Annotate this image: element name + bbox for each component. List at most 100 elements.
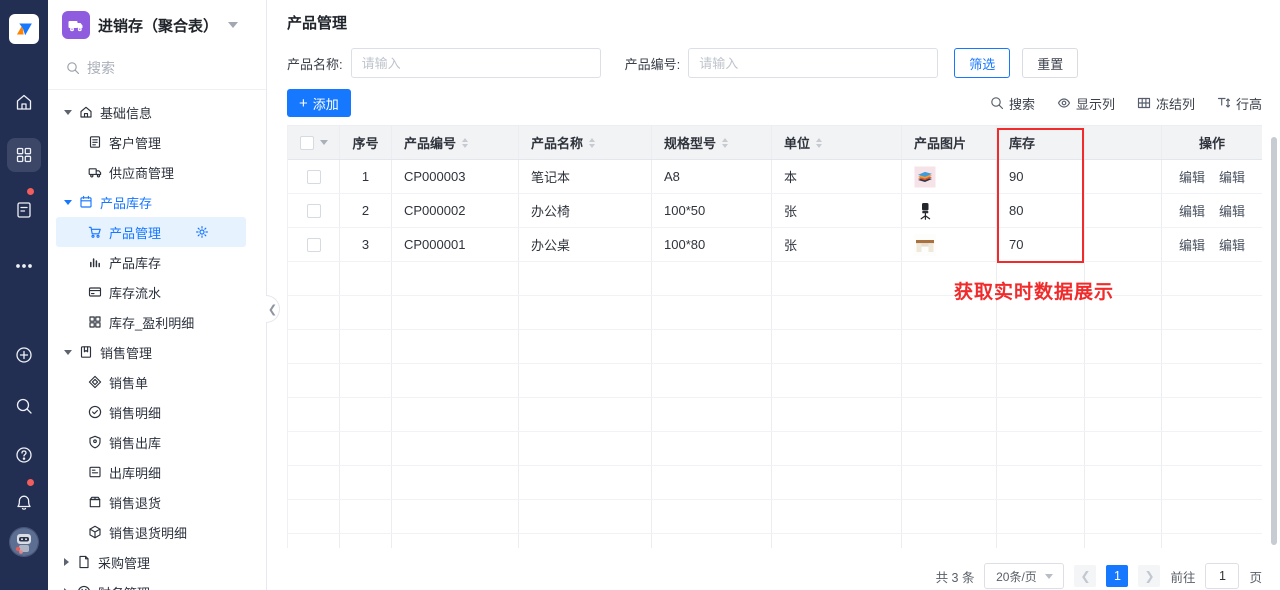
sidebar-item-2[interactable]: 供应商管理 (48, 157, 266, 187)
goto-page-input[interactable] (1205, 563, 1239, 589)
brand-logo[interactable] (0, 14, 48, 44)
page-size-value: 20条/页 (996, 568, 1037, 585)
rail-notifications-button[interactable] (0, 492, 48, 512)
sidebar-item-10[interactable]: 销售明细 (48, 397, 266, 427)
cell-unit: 张 (784, 235, 797, 254)
sort-icon[interactable] (722, 138, 728, 148)
page-size-select[interactable]: 20条/页 (984, 563, 1064, 589)
column-header-1[interactable]: 产品编号 (392, 126, 519, 159)
grid-icon (88, 315, 102, 329)
edit-link[interactable]: 编辑 (1219, 167, 1245, 186)
gear-icon[interactable] (195, 225, 209, 239)
product-image-notebook[interactable] (914, 166, 936, 188)
cell-spec: 100*50 (664, 203, 705, 218)
sort-icon[interactable] (816, 138, 822, 148)
column-header-2[interactable]: 产品名称 (519, 126, 652, 159)
rail-apps-button[interactable] (0, 138, 48, 172)
cell-stock: 80 (1009, 203, 1023, 218)
cell-name: 办公椅 (531, 201, 570, 220)
rail-add-button[interactable] (0, 345, 48, 365)
column-header-label: 规格型号 (664, 133, 716, 152)
search-icon (14, 396, 34, 416)
rail-docs-button[interactable] (0, 200, 48, 220)
shield-pin-icon (88, 435, 102, 449)
sidebar-item-group-0[interactable]: 基础信息 (48, 97, 266, 127)
rail-more-button[interactable] (0, 256, 48, 276)
rail-help-button[interactable] (0, 445, 48, 465)
cell-code: CP000002 (404, 203, 465, 218)
sidebar-search-input[interactable]: 搜索 (48, 49, 266, 90)
column-header-5: 产品图片 (902, 126, 997, 159)
row-checkbox[interactable] (307, 170, 321, 184)
sidebar-item-label: 出库明细 (109, 463, 161, 482)
sidebar-item-label: 产品管理 (109, 223, 161, 242)
row-height-label: 行高 (1236, 94, 1262, 113)
product-image-desk[interactable] (914, 234, 936, 256)
sidebar-item-group-16[interactable]: 财务管理 (48, 577, 266, 590)
edit-link[interactable]: 编辑 (1219, 235, 1245, 254)
sidebar-item-label: 销售单 (109, 373, 148, 392)
sidebar-item-13[interactable]: 销售退货 (48, 487, 266, 517)
sidebar-item-group-15[interactable]: 采购管理 (48, 547, 266, 577)
annotation-text: 获取实时数据展示 (954, 277, 1114, 304)
product-name-input[interactable] (351, 48, 601, 78)
chevron-down-icon (228, 22, 238, 28)
add-button[interactable]: + 添加 (287, 89, 351, 117)
next-page-button[interactable]: ❯ (1138, 565, 1160, 587)
rail-home-button[interactable] (0, 92, 48, 112)
app-switcher[interactable]: 进销存（聚合表） (48, 0, 266, 49)
row-height-button[interactable]: 行高 (1217, 94, 1262, 113)
sidebar-item-7[interactable]: 库存_盈利明细 (48, 307, 266, 337)
apps-grid-icon (14, 145, 34, 165)
row-checkbox[interactable] (307, 204, 321, 218)
product-image-chair[interactable] (914, 200, 936, 222)
column-header-3[interactable]: 规格型号 (652, 126, 772, 159)
sidebar-item-group-8[interactable]: 销售管理 (48, 337, 266, 367)
chevron-down-icon[interactable] (320, 140, 328, 145)
reset-button[interactable]: 重置 (1022, 48, 1078, 78)
edit-link[interactable]: 编辑 (1219, 201, 1245, 220)
sidebar-item-11[interactable]: 销售出库 (48, 427, 266, 457)
sidebar-item-1[interactable]: 客户管理 (48, 127, 266, 157)
sidebar: 进销存（聚合表） 搜索 基础信息客户管理供应商管理产品库存产品管理产品库存库存流… (48, 0, 267, 590)
column-header-4[interactable]: 单位 (772, 126, 902, 159)
current-page-button[interactable]: 1 (1106, 565, 1128, 587)
row-checkbox[interactable] (307, 238, 321, 252)
vertical-scrollbar[interactable] (1271, 137, 1277, 545)
cell-code: CP000001 (404, 237, 465, 252)
edit-link[interactable]: 编辑 (1179, 201, 1205, 220)
sidebar-item-label: 产品库存 (100, 193, 152, 212)
pagination-total: 共 3 条 (936, 567, 975, 586)
cell-index: 2 (362, 203, 369, 218)
edit-link[interactable]: 编辑 (1179, 235, 1205, 254)
sidebar-item-6[interactable]: 库存流水 (48, 277, 266, 307)
table-search-label: 搜索 (1009, 94, 1035, 113)
sidebar-item-14[interactable]: 销售退货明细 (48, 517, 266, 547)
product-table: 序号产品编号产品名称规格型号单位产品图片库存操作1CP000003笔记本A8本9… (287, 125, 1262, 548)
table-search-button[interactable]: 搜索 (990, 94, 1035, 113)
show-columns-button[interactable]: 显示列 (1057, 94, 1115, 113)
user-avatar[interactable] (0, 527, 48, 557)
cell-name: 办公桌 (531, 235, 570, 254)
sidebar-item-group-3[interactable]: 产品库存 (48, 187, 266, 217)
calendar-icon (79, 195, 93, 209)
edit-link[interactable]: 编辑 (1179, 167, 1205, 186)
sidebar-item-4[interactable]: 产品管理 (56, 217, 246, 247)
sidebar-item-12[interactable]: 出库明细 (48, 457, 266, 487)
cell-spec: A8 (664, 169, 680, 184)
action-bar: + 添加 搜索 显示列 冻结列 行高 (287, 89, 1262, 117)
sort-icon[interactable] (589, 138, 595, 148)
freeze-columns-button[interactable]: 冻结列 (1137, 94, 1195, 113)
product-code-input[interactable] (688, 48, 938, 78)
sidebar-item-9[interactable]: 销售单 (48, 367, 266, 397)
prev-page-button[interactable]: ❮ (1074, 565, 1096, 587)
select-all-checkbox[interactable] (300, 136, 314, 150)
sort-icon[interactable] (462, 138, 468, 148)
cart-icon (88, 225, 102, 239)
empty-table-row (288, 364, 1262, 398)
filter-button[interactable]: 筛选 (954, 48, 1010, 78)
sidebar-item-5[interactable]: 产品库存 (48, 247, 266, 277)
rail-search-button[interactable] (0, 396, 48, 416)
show-columns-label: 显示列 (1076, 94, 1115, 113)
filter-label-product-name: 产品名称: (287, 54, 343, 73)
